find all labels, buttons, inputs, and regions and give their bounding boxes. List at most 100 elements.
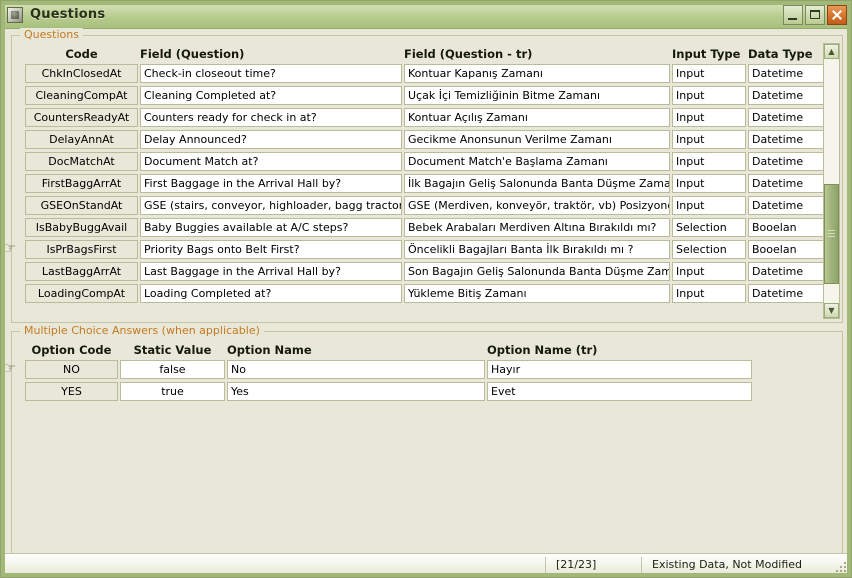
cell-question-tr[interactable]: Document Match'e Başlama Zamanı — [404, 151, 670, 171]
cell-code[interactable]: DelayAnnAt — [25, 129, 138, 149]
table-row[interactable]: IsBabyBuggAvail Baby Buggies available at… — [25, 216, 827, 238]
cell-data-type[interactable]: Datetime — [748, 283, 826, 303]
cell-question[interactable]: Check-in closeout time? — [140, 63, 402, 83]
table-row[interactable]: YES true Yes Evet — [25, 380, 827, 402]
cell-question-tr[interactable]: Gecikme Anonsunun Verilme Zamanı — [404, 129, 670, 149]
cell-option-name[interactable]: No — [227, 359, 485, 379]
cell-input-type[interactable]: Input — [672, 173, 746, 193]
scroll-up-button[interactable]: ▲ — [824, 44, 839, 59]
column-header-option-code[interactable]: Option Code — [25, 343, 118, 357]
cell-option-code[interactable]: YES — [25, 381, 118, 401]
cell-code[interactable]: IsBabyBuggAvail — [25, 217, 138, 237]
cell-data-type[interactable]: Datetime — [748, 195, 826, 215]
table-row[interactable]: ☞ NO false No Hayır — [3, 358, 827, 380]
cell-code[interactable]: CleaningCompAt — [25, 85, 138, 105]
cell-question-tr[interactable]: Bebek Arabaları Merdiven Altına Bırakıld… — [404, 217, 670, 237]
cell-question-tr[interactable]: Öncelikli Bagajları Banta İlk Bırakıldı … — [404, 239, 670, 259]
cell-input-type[interactable]: Input — [672, 195, 746, 215]
cell-option-code[interactable]: NO — [25, 359, 118, 379]
cell-input-type[interactable]: Input — [672, 85, 746, 105]
cell-question-tr[interactable]: Kontuar Kapanış Zamanı — [404, 63, 670, 83]
cell-question[interactable]: First Baggage in the Arrival Hall by? — [140, 173, 402, 193]
cell-input-type[interactable]: Input — [672, 151, 746, 171]
cell-data-type[interactable]: Booelan — [748, 217, 826, 237]
cell-code[interactable]: GSEOnStandAt — [25, 195, 138, 215]
cell-question[interactable]: Last Baggage in the Arrival Hall by? — [140, 261, 402, 281]
table-row[interactable]: CleaningCompAt Cleaning Completed at? Uçak… — [25, 84, 827, 106]
cell-option-name-tr[interactable]: Evet — [487, 381, 752, 401]
table-row[interactable]: LoadingCompAt Loading Completed at? Yüklem… — [25, 282, 827, 304]
column-header-input-type[interactable]: Input Type — [672, 47, 746, 61]
cell-code[interactable]: LoadingCompAt — [25, 283, 138, 303]
questions-rows: ChkInClosedAt Check-in closeout time? Kont… — [3, 62, 827, 304]
cell-data-type[interactable]: Datetime — [748, 261, 826, 281]
cell-input-type[interactable]: Input — [672, 63, 746, 83]
column-header-data-type[interactable]: Data Type — [748, 47, 826, 61]
cell-input-type[interactable]: Input — [672, 283, 746, 303]
window-title: Questions — [30, 7, 106, 22]
cell-question[interactable]: Counters ready for check in at? — [140, 107, 402, 127]
cell-code[interactable]: CountersReadyAt — [25, 107, 138, 127]
resize-grip-icon[interactable] — [834, 560, 846, 572]
cell-question[interactable]: Baby Buggies available at A/C steps? — [140, 217, 402, 237]
cell-data-type[interactable]: Datetime — [748, 129, 826, 149]
table-row[interactable]: DelayAnnAt Delay Announced? Gecikme Anonsu… — [25, 128, 827, 150]
table-row[interactable]: LastBaggArrAt Last Baggage in the Arrival… — [25, 260, 827, 282]
column-header-option-name-tr[interactable]: Option Name (tr) — [487, 343, 752, 357]
questions-grid-header: Code Field (Question) Field (Question - … — [25, 43, 827, 62]
cell-question[interactable]: Document Match at? — [140, 151, 402, 171]
close-button[interactable] — [827, 4, 847, 25]
cell-static-value[interactable]: true — [120, 381, 225, 401]
status-state-text: Existing Data, Not Modified — [652, 558, 803, 571]
cell-question[interactable]: Cleaning Completed at? — [140, 85, 402, 105]
table-row[interactable]: ☞ IsPrBagsFirst Priority Bags onto Belt Fi… — [3, 238, 827, 260]
scroll-down-button[interactable]: ▼ — [824, 303, 839, 318]
cell-question[interactable]: Priority Bags onto Belt First? — [140, 239, 402, 259]
column-header-static-value[interactable]: Static Value — [120, 343, 225, 357]
cell-code[interactable]: ChkInClosedAt — [25, 63, 138, 83]
table-row[interactable]: DocMatchAt Document Match at? Document Mat… — [25, 150, 827, 172]
scrollbar-thumb[interactable] — [824, 184, 839, 284]
cell-option-name[interactable]: Yes — [227, 381, 485, 401]
cell-question-tr[interactable]: Uçak İçi Temizliğinin Bitme Zamanı — [404, 85, 670, 105]
cell-input-type[interactable]: Input — [672, 261, 746, 281]
questions-grid: Code Field (Question) Field (Question - … — [3, 43, 827, 304]
cell-question-tr[interactable]: İlk Bagajın Geliş Salonunda Banta Düşme … — [404, 173, 670, 193]
cell-static-value[interactable]: false — [120, 359, 225, 379]
cell-data-type[interactable]: Datetime — [748, 173, 826, 193]
cell-question-tr[interactable]: Kontuar Açılış Zamanı — [404, 107, 670, 127]
cell-data-type[interactable]: Datetime — [748, 107, 826, 127]
table-row[interactable]: GSEOnStandAt GSE (stairs, conveyor, highl… — [25, 194, 827, 216]
cell-data-type[interactable]: Datetime — [748, 63, 826, 83]
minimize-button[interactable] — [783, 4, 803, 25]
maximize-button[interactable] — [805, 4, 825, 25]
cell-data-type[interactable]: Datetime — [748, 85, 826, 105]
cell-input-type[interactable]: Selection — [672, 217, 746, 237]
cell-code[interactable]: FirstBaggArrAt — [25, 173, 138, 193]
table-row[interactable]: FirstBaggArrAt First Baggage in the Arriv… — [25, 172, 827, 194]
questions-vertical-scrollbar[interactable]: ▲ ▼ — [823, 43, 840, 319]
cell-data-type[interactable]: Booelan — [748, 239, 826, 259]
cell-question[interactable]: Loading Completed at? — [140, 283, 402, 303]
cell-code[interactable]: DocMatchAt — [25, 151, 138, 171]
cell-code[interactable]: IsPrBagsFirst — [25, 239, 138, 259]
column-header-question[interactable]: Field (Question) — [140, 47, 402, 61]
cell-question-tr[interactable]: GSE (Merdiven, konveyör, traktör, vb) Po… — [404, 195, 670, 215]
column-header-option-name[interactable]: Option Name — [227, 343, 485, 357]
cell-question-tr[interactable]: Yükleme Bitiş Zamanı — [404, 283, 670, 303]
cell-question-tr[interactable]: Son Bagajın Geliş Salonunda Banta Düşme … — [404, 261, 670, 281]
cell-input-type[interactable]: Input — [672, 107, 746, 127]
title-bar[interactable]: Questions — [1, 1, 851, 29]
cell-question[interactable]: GSE (stairs, conveyor, highloader, bagg … — [140, 195, 402, 215]
cell-data-type[interactable]: Datetime — [748, 151, 826, 171]
maximize-icon — [810, 9, 820, 19]
column-header-question-tr[interactable]: Field (Question - tr) — [404, 47, 670, 61]
cell-input-type[interactable]: Input — [672, 129, 746, 149]
cell-code[interactable]: LastBaggArrAt — [25, 261, 138, 281]
cell-input-type[interactable]: Selection — [672, 239, 746, 259]
table-row[interactable]: ChkInClosedAt Check-in closeout time? Kont… — [25, 62, 827, 84]
column-header-code[interactable]: Code — [25, 47, 138, 61]
cell-option-name-tr[interactable]: Hayır — [487, 359, 752, 379]
table-row[interactable]: CountersReadyAt Counters ready for check … — [25, 106, 827, 128]
cell-question[interactable]: Delay Announced? — [140, 129, 402, 149]
